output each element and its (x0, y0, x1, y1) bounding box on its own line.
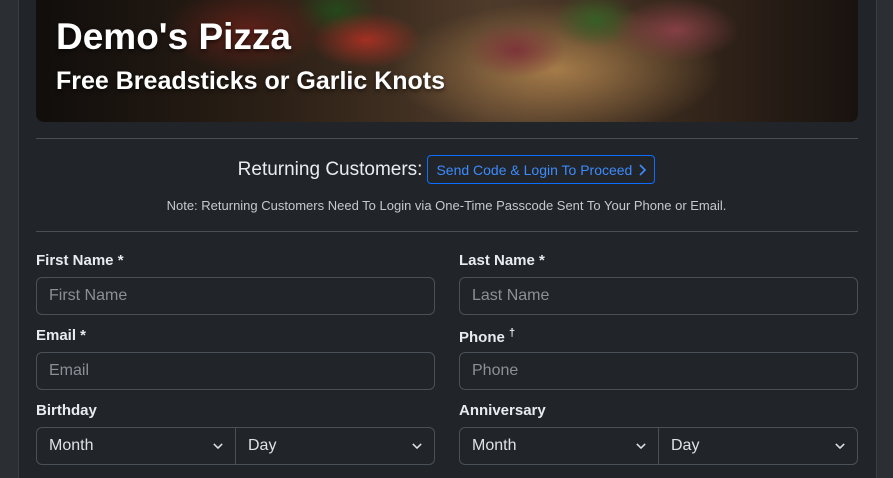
page-title: Demo's Pizza (56, 16, 291, 57)
birthday-day-value: Day (248, 437, 277, 454)
email-placeholder: Email (49, 362, 90, 379)
email-label: Email * (36, 327, 87, 344)
last-name-placeholder: Last Name (472, 287, 550, 304)
chevron-down-icon (412, 443, 422, 450)
phone-label: Phone † (459, 327, 515, 346)
birthday-month-value: Month (49, 437, 94, 454)
phone-required-marker: † (509, 327, 516, 339)
phone-placeholder: Phone (472, 362, 519, 379)
anniversary-label: Anniversary (459, 402, 546, 419)
divider (36, 231, 858, 232)
email-input[interactable]: Email (36, 352, 435, 390)
send-code-login-button[interactable]: Send Code & Login To Proceed (427, 155, 656, 184)
last-name-input[interactable]: Last Name (459, 277, 858, 315)
phone-input[interactable]: Phone (459, 352, 858, 390)
anniversary-select-group: Month Day (459, 427, 858, 465)
last-name-label: Last Name * (459, 252, 545, 269)
birthday-day-select[interactable]: Day (235, 428, 434, 464)
anniversary-day-select[interactable]: Day (658, 428, 857, 464)
birthday-month-select[interactable]: Month (37, 428, 235, 464)
anniversary-month-value: Month (472, 437, 517, 454)
anniversary-day-value: Day (671, 437, 700, 454)
returning-customers-label: Returning Customers: (237, 158, 423, 180)
first-name-placeholder: First Name (49, 287, 128, 304)
phone-label-text: Phone (459, 329, 505, 346)
promo-subtitle: Free Breadsticks or Garlic Knots (56, 67, 446, 95)
first-name-label: First Name * (36, 252, 124, 269)
login-button-label: Send Code & Login To Proceed (436, 161, 633, 178)
first-name-input[interactable]: First Name (36, 277, 435, 315)
chevron-down-icon (835, 443, 845, 450)
birthday-select-group: Month Day (36, 427, 435, 465)
returning-customers-row: Returning Customers: Send Code & Login T… (0, 155, 893, 184)
chevron-down-icon (636, 443, 646, 450)
divider (36, 138, 858, 139)
chevron-right-icon (639, 163, 647, 176)
login-note: Note: Returning Customers Need To Login … (166, 198, 727, 213)
hero-banner: Demo's Pizza Free Breadsticks or Garlic … (36, 0, 858, 122)
anniversary-month-select[interactable]: Month (460, 428, 658, 464)
birthday-label: Birthday (36, 402, 97, 419)
chevron-down-icon (213, 443, 223, 450)
